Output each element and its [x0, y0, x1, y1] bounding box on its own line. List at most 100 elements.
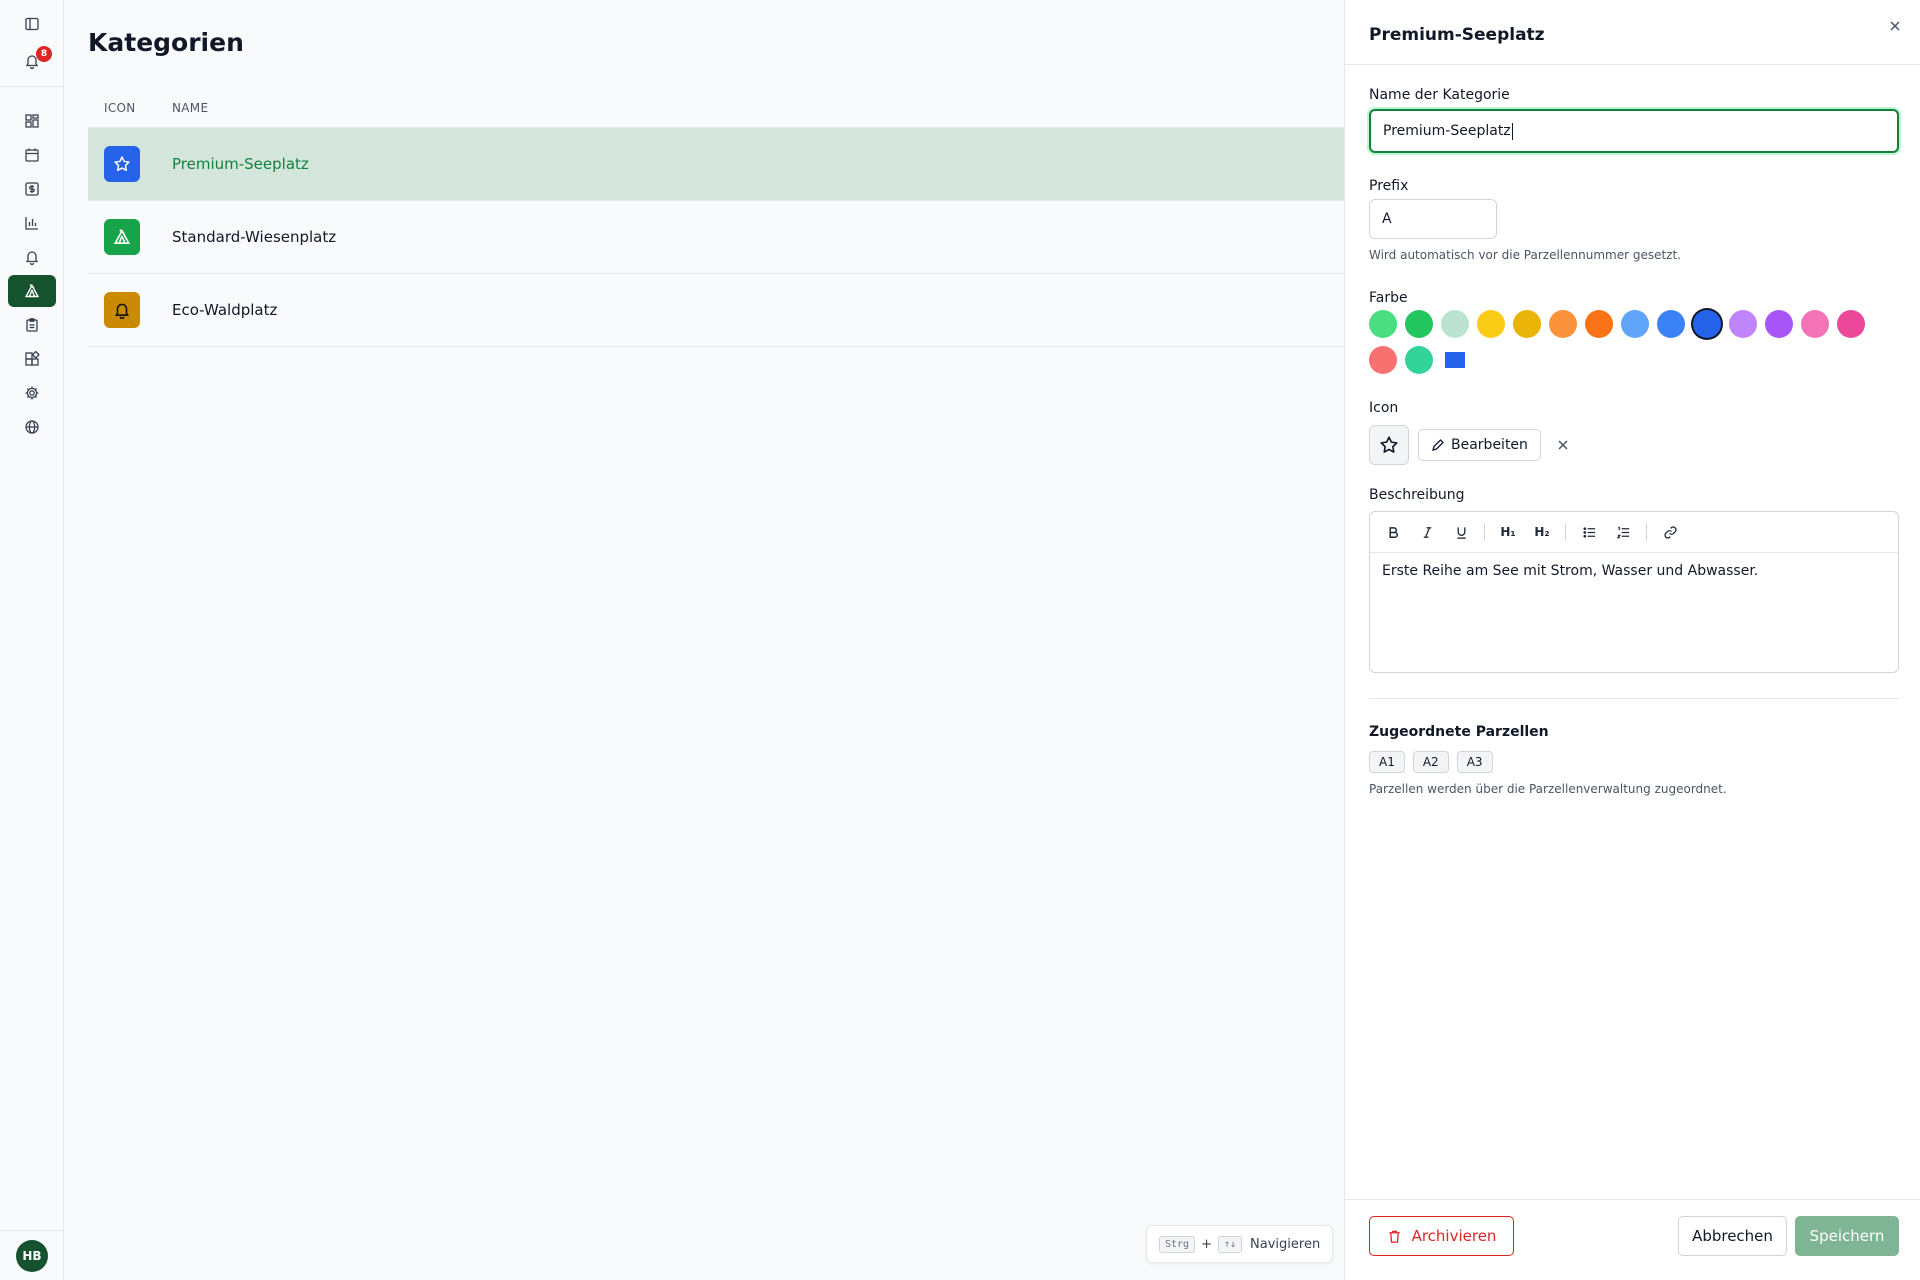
notification-count-badge: 8	[36, 46, 52, 62]
category-name-input[interactable]: Premium-Seeplatz	[1369, 109, 1899, 153]
bold-button[interactable]	[1378, 518, 1408, 546]
panel-title: Premium-Seeplatz	[1369, 25, 1545, 45]
sidebar-item-modules[interactable]	[8, 343, 56, 375]
color-swatch[interactable]	[1765, 310, 1793, 338]
sidebar-item-calendar[interactable]	[8, 139, 56, 171]
underline-button[interactable]	[1446, 518, 1476, 546]
category-name: Eco-Waldplatz	[172, 301, 278, 319]
heading2-button[interactable]: H₂	[1527, 518, 1557, 546]
color-swatch[interactable]	[1549, 310, 1577, 338]
numbered-list-button[interactable]	[1608, 518, 1638, 546]
trash-icon	[1388, 1230, 1400, 1243]
bold-icon	[1388, 526, 1398, 538]
sidebar-item-web[interactable]	[8, 411, 56, 443]
calendar-icon	[25, 148, 39, 162]
archive-button[interactable]: Archivieren	[1369, 1216, 1514, 1256]
table-row[interactable]: Eco-Waldplatz	[88, 274, 1344, 347]
cancel-button[interactable]: Abbrechen	[1678, 1216, 1787, 1256]
prefix-label: Prefix	[1369, 178, 1409, 194]
description-label: Beschreibung	[1369, 487, 1465, 503]
key-plus: +	[1201, 1236, 1212, 1252]
color-swatch[interactable]	[1621, 310, 1649, 338]
text-caret	[1511, 122, 1513, 140]
heading1-button[interactable]: H₁	[1493, 518, 1523, 546]
sidebar-item-reports[interactable]	[8, 207, 56, 239]
key-ctrl: Strg	[1159, 1235, 1196, 1253]
sidebar-item-categories[interactable]	[8, 275, 56, 307]
blocks-icon	[25, 351, 40, 366]
edit-icon-button[interactable]: Bearbeiten	[1418, 429, 1541, 461]
color-swatch[interactable]	[1405, 346, 1433, 374]
categories-table: ICON NAME Premium-Seeplatz Standard-Wies…	[88, 88, 1344, 347]
color-swatch[interactable]	[1441, 310, 1469, 338]
parcels-help-text: Parzellen werden über die Parzellenverwa…	[1369, 782, 1727, 796]
sidebar-divider	[0, 86, 64, 87]
keyboard-shortcut-hint: Strg + ↑↓ Navigieren	[1146, 1225, 1334, 1263]
italic-icon	[1423, 526, 1431, 538]
color-swatch[interactable]	[1693, 310, 1721, 338]
prefix-value: A	[1382, 211, 1392, 227]
tent-icon	[113, 229, 131, 244]
row-icon-cell	[88, 219, 172, 255]
panel-footer: Archivieren Abbrechen Speichern	[1345, 1199, 1920, 1280]
description-editor: H₁ H₂ Erste Reihe am See mit Strom, Wass…	[1369, 511, 1899, 673]
color-swatch[interactable]	[1369, 346, 1397, 374]
sidebar-divider-bottom	[0, 1230, 64, 1231]
close-icon	[1558, 440, 1568, 450]
bullet-list-button[interactable]	[1574, 518, 1604, 546]
sidebar-item-settings[interactable]	[8, 377, 56, 409]
bell-icon	[114, 303, 130, 319]
icon-label: Icon	[1369, 400, 1399, 416]
key-arrows: ↑↓	[1218, 1235, 1243, 1253]
toggle-sidebar-button[interactable]	[8, 8, 56, 40]
save-button[interactable]: Speichern	[1795, 1216, 1899, 1256]
icon-preview[interactable]	[1369, 425, 1409, 465]
color-swatch[interactable]	[1477, 310, 1505, 338]
categories-page: Kategorien ICON NAME Premium-Seeplatz St…	[64, 0, 1344, 1280]
category-name: Standard-Wiesenplatz	[172, 228, 337, 246]
name-label: Name der Kategorie	[1369, 87, 1510, 103]
category-icon-badge	[104, 292, 140, 328]
toolbar-separator	[1646, 523, 1647, 541]
row-icon-cell	[88, 146, 172, 182]
section-divider	[1369, 698, 1899, 699]
clipboard-icon	[26, 318, 38, 332]
sidebar-item-tasks[interactable]	[8, 309, 56, 341]
table-row[interactable]: Premium-Seeplatz	[88, 128, 1344, 201]
italic-button[interactable]	[1412, 518, 1442, 546]
avatar[interactable]: HB	[16, 1240, 48, 1272]
custom-color-picker[interactable]	[1445, 352, 1465, 368]
remove-icon-button[interactable]	[1555, 437, 1571, 453]
link-button[interactable]	[1655, 518, 1685, 546]
color-swatch[interactable]	[1801, 310, 1829, 338]
sidebar: 8 HB	[0, 0, 64, 1280]
gear-icon	[25, 386, 39, 400]
color-swatch[interactable]	[1729, 310, 1757, 338]
link-icon	[1663, 525, 1677, 539]
edit-category-panel: Premium-Seeplatz Name der Kategorie Prem…	[1344, 0, 1920, 1280]
archive-label: Archivieren	[1411, 1227, 1497, 1245]
table-header: ICON NAME	[88, 88, 1344, 128]
edit-icon-label: Bearbeiten	[1451, 437, 1528, 453]
pencil-icon	[1432, 439, 1444, 451]
toolbar-separator	[1565, 523, 1566, 541]
color-swatch[interactable]	[1405, 310, 1433, 338]
notifications-button[interactable]: 8	[8, 45, 56, 77]
sidebar-item-alerts[interactable]	[8, 241, 56, 273]
sidebar-item-dashboard[interactable]	[8, 105, 56, 137]
color-swatch[interactable]	[1657, 310, 1685, 338]
table-row[interactable]: Standard-Wiesenplatz	[88, 201, 1344, 274]
category-icon-badge	[104, 219, 140, 255]
prefix-input[interactable]: A	[1369, 199, 1497, 239]
description-text[interactable]: Erste Reihe am See mit Strom, Wasser und…	[1370, 553, 1898, 589]
close-icon	[1890, 21, 1900, 31]
color-swatches	[1369, 310, 1889, 374]
sidebar-item-finance[interactable]	[8, 173, 56, 205]
parcels-title: Zugeordnete Parzellen	[1369, 724, 1549, 740]
parcel-chips: A1 A2 A3	[1369, 751, 1493, 773]
color-swatch[interactable]	[1369, 310, 1397, 338]
color-swatch[interactable]	[1837, 310, 1865, 338]
color-swatch[interactable]	[1585, 310, 1613, 338]
close-panel-button[interactable]	[1885, 16, 1905, 36]
color-swatch[interactable]	[1513, 310, 1541, 338]
